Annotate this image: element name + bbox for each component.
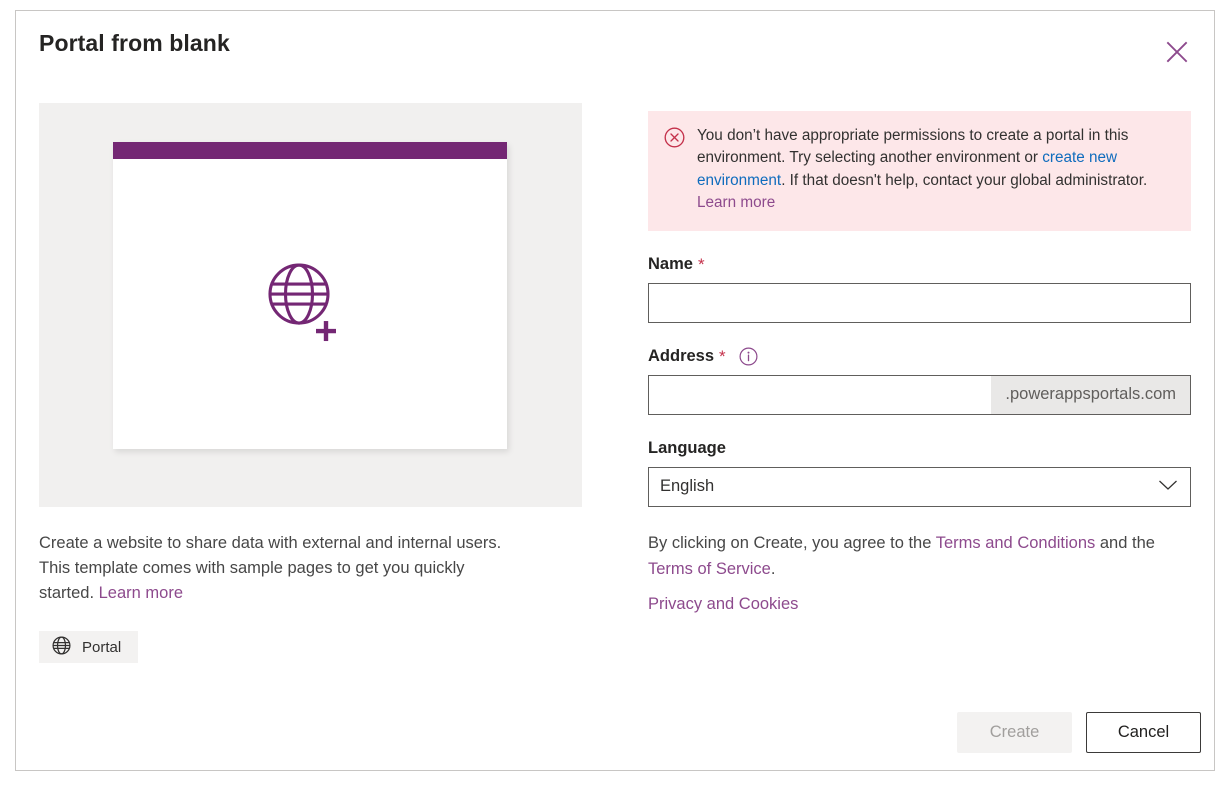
language-label: Language: [648, 439, 1191, 458]
name-label: Name *: [648, 255, 1191, 274]
address-field-group: .powerappsportals.com: [648, 374, 1191, 415]
create-button[interactable]: Create: [957, 712, 1072, 753]
template-tag-label: Portal: [82, 638, 122, 656]
language-selected-value: English: [660, 477, 715, 496]
terms-middle-text: and the: [1095, 533, 1155, 552]
privacy-and-cookies-link[interactable]: Privacy and Cookies: [648, 595, 798, 614]
name-label-text: Name: [648, 254, 693, 273]
info-icon[interactable]: [739, 347, 758, 366]
portal-form-column: You don’t have appropriate permissions t…: [648, 111, 1191, 614]
close-icon: [1164, 39, 1190, 65]
address-input[interactable]: [649, 375, 992, 414]
preview-panel: [39, 103, 582, 507]
page-title: Portal from blank: [39, 30, 230, 56]
globe-icon: [52, 635, 71, 659]
close-button[interactable]: [1154, 31, 1200, 73]
preview-card-header-bar: [113, 142, 507, 159]
globe-plus-icon: [264, 259, 356, 343]
address-domain-suffix: .powerappsportals.com: [991, 375, 1190, 414]
error-circle-x-icon: [664, 127, 685, 215]
address-required-asterisk: *: [719, 346, 726, 366]
error-text-part2: . If that doesn't help, contact your glo…: [781, 171, 1148, 189]
language-label-text: Language: [648, 438, 726, 457]
terms-suffix-text: .: [770, 559, 776, 578]
language-select[interactable]: English: [648, 466, 1191, 507]
terms-prefix-text: By clicking on Create, you agree to the: [648, 533, 936, 552]
template-tag-portal[interactable]: Portal: [39, 631, 139, 663]
dialog-footer: Create Cancel: [957, 712, 1201, 753]
cancel-button[interactable]: Cancel: [1086, 712, 1201, 753]
template-description: Create a website to share data with exte…: [39, 531, 507, 606]
permission-error-banner: You don’t have appropriate permissions t…: [648, 111, 1191, 231]
address-label: Address *: [648, 347, 1191, 366]
template-preview-column: Create a website to share data with exte…: [39, 103, 582, 663]
error-learn-more-link[interactable]: Learn more: [697, 194, 775, 211]
name-input[interactable]: [648, 282, 1191, 323]
terms-of-service-link[interactable]: Terms of Service: [648, 560, 771, 578]
address-label-text: Address: [648, 346, 715, 365]
permission-error-text: You don’t have appropriate permissions t…: [697, 125, 1175, 215]
portal-from-blank-dialog: Portal from blank Create a website to sh…: [15, 10, 1215, 771]
preview-card: [113, 142, 507, 449]
terms-and-conditions-link[interactable]: Terms and Conditions: [936, 534, 1096, 552]
language-select-wrapper: English: [648, 466, 1191, 507]
template-learn-more-link[interactable]: Learn more: [99, 584, 183, 602]
terms-text: By clicking on Create, you agree to the …: [648, 530, 1191, 582]
name-required-asterisk: *: [697, 254, 705, 274]
